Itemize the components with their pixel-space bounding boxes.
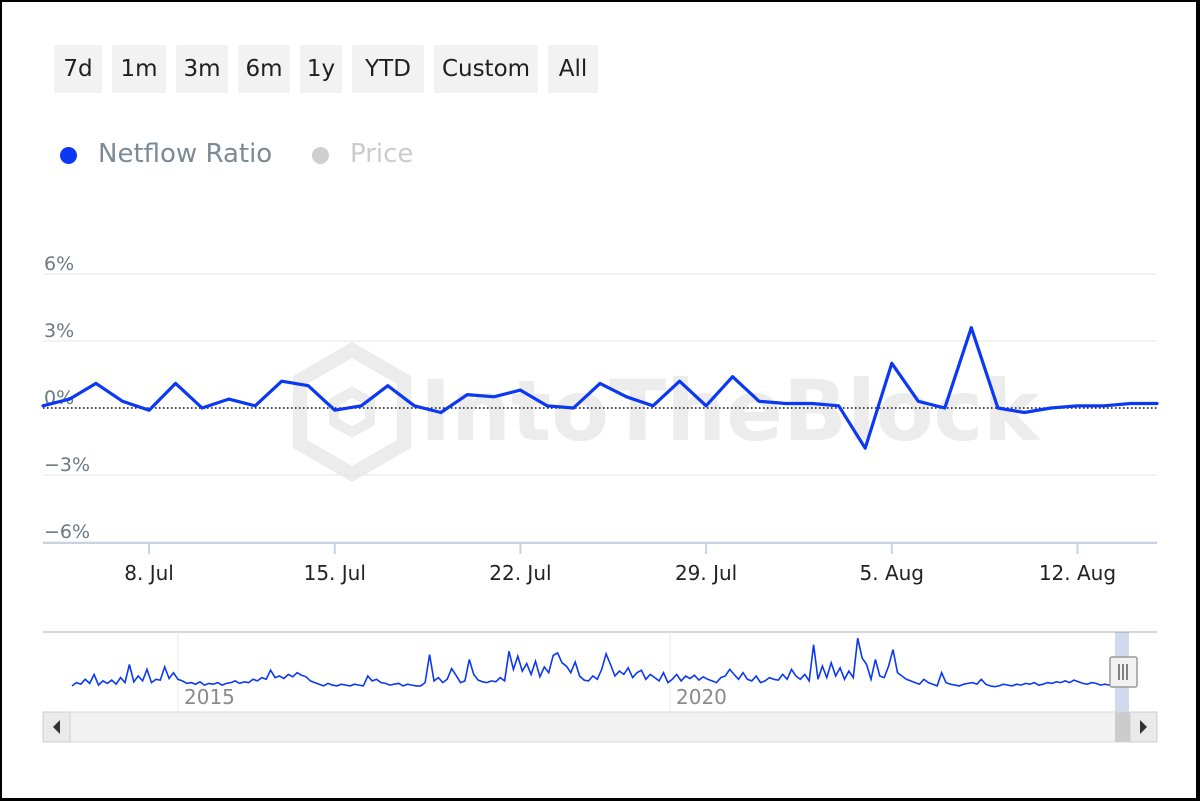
y-tick-label: −3% [44, 454, 90, 476]
range-button-7d[interactable]: 7d [54, 45, 102, 93]
range-button-6m[interactable]: 6m [238, 45, 290, 93]
y-tick-label: −6% [44, 521, 90, 543]
navigator-year-label: 2015 [184, 685, 235, 709]
watermark-logo-icon [293, 341, 411, 483]
x-tick-label: 12. Aug [1039, 561, 1116, 585]
range-button-custom[interactable]: Custom [434, 45, 538, 93]
y-tick-label: 6% [44, 253, 74, 275]
legend-label: Price [350, 139, 414, 169]
y-axis: 6%3%0%−3%−6% [44, 253, 90, 543]
chart-svg: IntoTheBlock 6%3%0%−3%−6% 8. Jul 15. Jul 2… [41, 253, 1159, 743]
y-tick-label: 3% [44, 320, 74, 342]
x-tick-label: 15. Jul [304, 561, 366, 585]
legend-dot-icon [60, 147, 77, 164]
navigator-series-line [71, 637, 1128, 688]
legend-dot-icon [312, 147, 329, 164]
x-axis: 8. Jul 15. Jul 22. Jul 29. Jul 5. Aug 12. Aug [43, 542, 1157, 585]
range-button-3m[interactable]: 3m [176, 45, 228, 93]
chart-frame: IntoTheBlock 6% 3% 0% −3% −6% 8. Jul 15. Jul 2… [2, 2, 1196, 798]
range-button-all[interactable]: All [548, 45, 598, 93]
x-tick-label: 29. Jul [675, 561, 737, 585]
navigator: 2015 2020 [43, 631, 1157, 712]
range-button-1y[interactable]: 1y [300, 45, 342, 93]
scrollbar-thumb[interactable] [1115, 712, 1131, 742]
x-tick-label: 8. Jul [124, 561, 174, 585]
x-tick-label: 5. Aug [860, 561, 925, 585]
x-tick-label: 22. Jul [489, 561, 551, 585]
navigator-handle-icon[interactable] [1109, 656, 1138, 688]
navigator-year-label: 2020 [676, 685, 727, 709]
scrollbar-track[interactable] [42, 711, 1158, 743]
scrollbar[interactable] [42, 711, 1158, 743]
range-button-ytd[interactable]: YTD [352, 45, 424, 93]
legend-label: Netflow Ratio [98, 139, 273, 169]
watermark: IntoTheBlock [293, 341, 1041, 483]
range-button-1m[interactable]: 1m [112, 45, 166, 93]
